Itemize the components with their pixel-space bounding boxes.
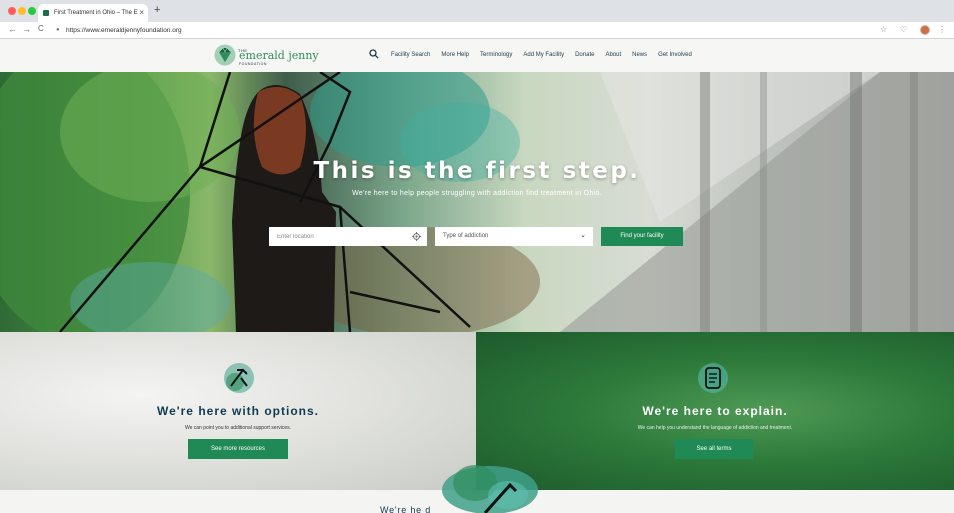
logo-name[interactable]: emerald jenny: [239, 49, 319, 62]
browser-tab[interactable]: First Treatment in Ohio – The E ×: [38, 4, 148, 22]
tab-strip: First Treatment in Ohio – The E × +: [0, 0, 954, 22]
nav-about[interactable]: About: [605, 52, 621, 58]
profile-avatar[interactable]: [920, 25, 930, 35]
hero-section: This is the first step. We're here to he…: [0, 72, 954, 332]
watercolor-splash-icon: [442, 465, 538, 513]
tab-close-icon[interactable]: ×: [139, 8, 144, 17]
nav-get-involved[interactable]: Get Involved: [658, 52, 692, 58]
nav-add-my-facility[interactable]: Add My Facility: [523, 52, 564, 58]
address-bar[interactable]: ● https://www.emeraldjennyfoundation.org: [54, 24, 874, 37]
next-section-heading: We're he d: [380, 505, 432, 513]
locate-me-icon[interactable]: [412, 232, 421, 241]
back-icon[interactable]: ←: [8, 24, 17, 34]
hero-background-image: [0, 72, 954, 332]
addiction-type-placeholder: Type of addiction: [443, 233, 489, 239]
close-window-button[interactable]: [8, 7, 16, 15]
nav-news[interactable]: News: [632, 52, 647, 58]
hero-subtitle: We're here to help people struggling wit…: [352, 190, 602, 197]
chevron-down-icon: ⌄: [580, 232, 586, 239]
nav-more-help[interactable]: More Help: [441, 52, 469, 58]
signpost-icon: [224, 363, 254, 393]
browser-menu-icon[interactable]: ⋮: [938, 25, 946, 34]
options-panel: We're here with options. We can point yo…: [0, 332, 476, 490]
explain-title: We're here to explain.: [642, 404, 788, 418]
browser-chrome: First Treatment in Ohio – The E × + ← → …: [0, 0, 954, 39]
site-header: THE emerald jenny FOUNDATION Facility Se…: [0, 39, 954, 72]
extension-icon[interactable]: ♡: [900, 25, 907, 34]
document-icon: [698, 363, 728, 393]
url-text: https://www.emeraldjennyfoundation.org: [66, 27, 182, 34]
location-input[interactable]: [269, 227, 427, 246]
nav-donate[interactable]: Donate: [575, 52, 594, 58]
see-all-terms-button[interactable]: See all terms: [675, 439, 753, 459]
addiction-type-select[interactable]: Type of addiction ⌄: [435, 227, 593, 246]
logo-bottom-text: FOUNDATION: [239, 62, 267, 66]
lock-icon: ●: [56, 27, 60, 33]
options-subtitle: We can point you to additional support s…: [184, 425, 292, 431]
search-icon[interactable]: [369, 49, 379, 59]
forward-icon[interactable]: →: [22, 24, 31, 34]
favicon-icon: [43, 10, 49, 16]
browser-toolbar: ← → C ● https://www.emeraldjennyfoundati…: [0, 22, 954, 39]
tab-title: First Treatment in Ohio – The E: [54, 10, 138, 16]
reload-icon[interactable]: C: [38, 24, 44, 33]
emerald-logo-icon[interactable]: [214, 44, 236, 66]
hero-title: This is the first step.: [313, 158, 641, 184]
nav-facility-search[interactable]: Facility Search: [391, 52, 430, 58]
find-facility-button[interactable]: Find your facility: [601, 227, 683, 246]
see-more-resources-button[interactable]: See more resources: [188, 439, 288, 459]
main-nav: Facility Search More Help Terminology Ad…: [391, 52, 692, 58]
minimize-window-button[interactable]: [18, 7, 26, 15]
explain-subtitle: We can help you understand the language …: [637, 425, 793, 431]
bookmark-star-icon[interactable]: ☆: [880, 25, 887, 34]
new-tab-button[interactable]: +: [154, 4, 160, 16]
maximize-window-button[interactable]: [28, 7, 36, 15]
nav-terminology[interactable]: Terminology: [480, 52, 512, 58]
options-title: We're here with options.: [157, 404, 319, 418]
